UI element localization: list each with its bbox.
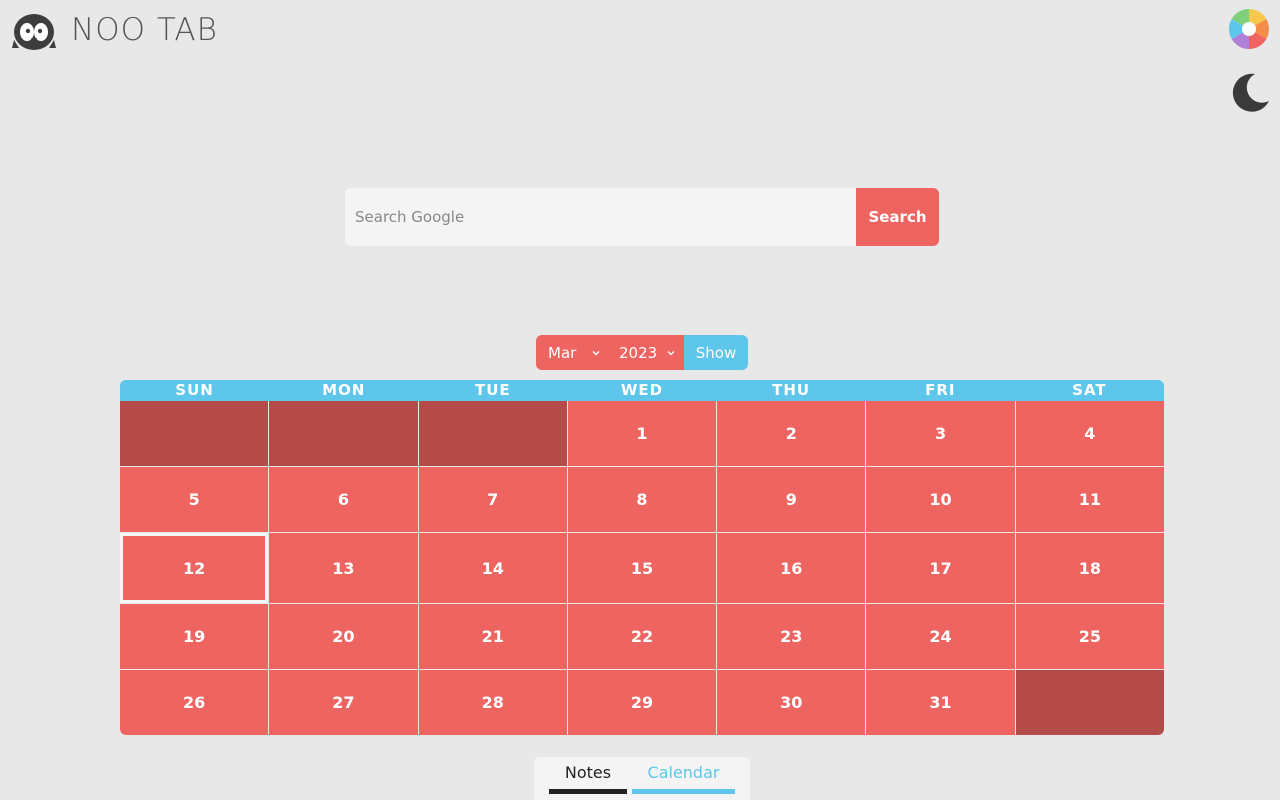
calendar-empty-cell: [418, 401, 567, 466]
calendar-day[interactable]: 31: [866, 670, 1015, 735]
calendar-day[interactable]: 11: [1015, 467, 1164, 532]
chevron-down-icon: [592, 350, 600, 355]
weekday-label: WED: [620, 381, 664, 399]
search-input[interactable]: [345, 188, 856, 246]
calendar-day[interactable]: 3: [866, 401, 1015, 466]
calendar-day[interactable]: 19: [120, 604, 269, 669]
calendar-empty-cell: [1015, 670, 1164, 735]
calendar-empty-cell: [120, 401, 269, 466]
penguin-icon: [12, 14, 56, 50]
calendar-day[interactable]: 29: [567, 670, 717, 735]
calendar-day[interactable]: 20: [269, 604, 418, 669]
calendar-day[interactable]: 24: [866, 604, 1015, 669]
calendar-grid: 1 2 3 4 5 6 7 8 9 10 11 12 13 14 15 16 17 18 19 20 21 22 23 24 2…: [120, 401, 1164, 735]
chevron-down-icon: [667, 350, 675, 355]
calendar-day[interactable]: 26: [120, 670, 269, 735]
calendar-day[interactable]: 30: [717, 670, 866, 735]
calendar-empty-cell: [269, 401, 418, 466]
month-select[interactable]: Mar: [536, 335, 609, 370]
brand: NOO TAB: [12, 10, 218, 50]
calendar-day[interactable]: 13: [269, 533, 418, 603]
calendar-day[interactable]: 22: [567, 604, 717, 669]
tab-notes-underline: [549, 789, 627, 794]
calendar-day[interactable]: 6: [269, 467, 418, 532]
weekday-label: THU: [772, 381, 811, 399]
calendar-day[interactable]: 2: [717, 401, 866, 466]
calendar-day[interactable]: 7: [418, 467, 567, 532]
color-wheel-icon[interactable]: [1229, 9, 1269, 49]
tab-calendar[interactable]: Calendar: [632, 763, 735, 782]
calendar-day[interactable]: 4: [1015, 401, 1164, 466]
tab-calendar-underline: [632, 789, 735, 794]
new-tab-page: NOO TAB Search Mar 2023 Show: [0, 0, 1280, 800]
year-value: 2023: [619, 343, 658, 362]
app-title: NOO TAB: [71, 12, 218, 48]
calendar-day[interactable]: 9: [717, 467, 866, 532]
calendar-day[interactable]: 17: [866, 533, 1015, 603]
weekday-header: SUN MON TUE WED THU FRI SAT: [120, 380, 1164, 401]
weekday-label: SAT: [1072, 381, 1107, 399]
weekday-label: MON: [322, 381, 366, 399]
moon-icon[interactable]: [1229, 71, 1271, 113]
weekday-label: TUE: [475, 381, 511, 399]
calendar-day[interactable]: 15: [567, 533, 717, 603]
calendar-day[interactable]: 1: [567, 401, 717, 466]
weekday-label: FRI: [925, 381, 956, 399]
calendar-day[interactable]: 14: [418, 533, 567, 603]
calendar-day[interactable]: 5: [120, 467, 269, 532]
calendar-day[interactable]: 8: [567, 467, 717, 532]
calendar-day[interactable]: 28: [418, 670, 567, 735]
show-button[interactable]: Show: [684, 335, 748, 370]
bottom-tabs: Notes Calendar: [534, 757, 750, 800]
weekday-label: SUN: [175, 381, 214, 399]
calendar-day[interactable]: 18: [1015, 533, 1164, 603]
month-value: Mar: [548, 343, 577, 362]
search-bar: Search: [345, 188, 939, 246]
calendar: SUN MON TUE WED THU FRI SAT 1 2 3 4 5 6 7 8 9 10 1…: [120, 380, 1164, 735]
calendar-day[interactable]: 16: [717, 533, 866, 603]
calendar-day[interactable]: 27: [269, 670, 418, 735]
search-button[interactable]: Search: [856, 188, 939, 246]
calendar-day[interactable]: 21: [418, 604, 567, 669]
calendar-day[interactable]: 23: [717, 604, 866, 669]
month-year-picker: Mar 2023 Show: [536, 335, 748, 370]
year-select[interactable]: 2023: [609, 335, 684, 370]
tab-notes[interactable]: Notes: [549, 763, 627, 782]
calendar-day-today[interactable]: 12: [120, 533, 269, 603]
calendar-day[interactable]: 10: [866, 467, 1015, 532]
calendar-day[interactable]: 25: [1015, 604, 1164, 669]
